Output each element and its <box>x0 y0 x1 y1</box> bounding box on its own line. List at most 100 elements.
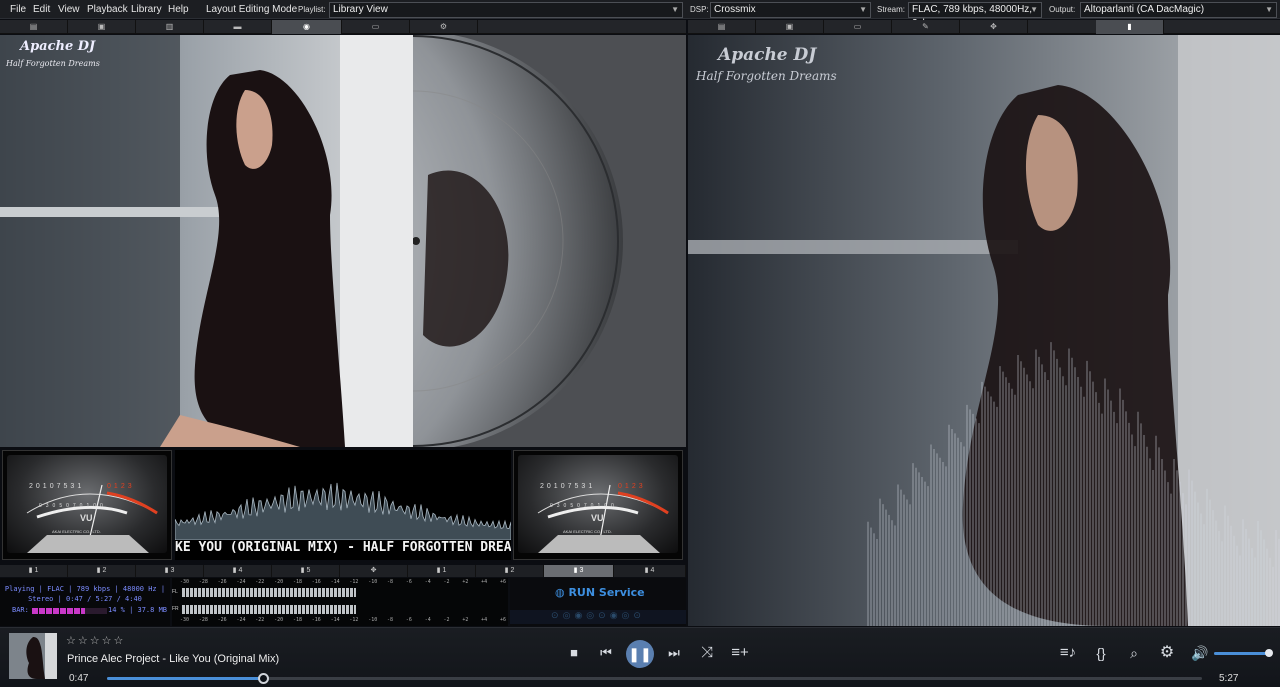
settings-button[interactable]: ⚙ <box>1156 642 1178 664</box>
meter-scale-tick: -30 <box>180 579 190 585</box>
rating-stars[interactable]: ☆☆☆☆☆ <box>66 634 125 647</box>
tab-r5[interactable]: ✥ <box>960 20 1028 34</box>
meter-scale-tick: -18 <box>292 617 302 623</box>
tab-settings[interactable]: ⚙ <box>410 20 478 34</box>
small-tab-4[interactable]: ▮ 4 <box>204 565 272 577</box>
total-time: 5:27 <box>1219 673 1239 684</box>
dsp-label: DSP: <box>690 5 709 14</box>
mute-button[interactable]: 🔊 <box>1189 642 1211 664</box>
vu-scale-red: 0123 <box>618 483 646 490</box>
info-bar-value: 14 % | 37.8 MB <box>108 606 168 614</box>
dsp-dropdown[interactable]: Crossmix ▼ <box>710 2 871 18</box>
search-button[interactable]: ⌕ <box>1123 642 1145 664</box>
menu-help[interactable]: Help <box>168 4 189 15</box>
tab-library[interactable]: ▥ <box>136 20 204 34</box>
volume-fill <box>1214 652 1269 655</box>
output-dropdown[interactable]: Altoparlanti (CA DacMagic) ▼ <box>1080 2 1277 18</box>
small-tab-7[interactable]: ▮ 1 <box>408 565 476 577</box>
brush-icon: ✎ <box>922 22 929 31</box>
tab-r6[interactable]: ▮ <box>1096 20 1164 34</box>
dsp-value: Crossmix <box>714 4 756 15</box>
tools-icon: ✥ <box>370 567 377 574</box>
album-thumbnail[interactable] <box>9 633 57 679</box>
meter-scale-tick: +4 <box>481 579 488 585</box>
add-to-playlist-button[interactable]: ≡+ <box>729 642 751 664</box>
gear-icon: ⚙ <box>1159 644 1175 661</box>
small-tab-6[interactable]: ✥ <box>340 565 408 577</box>
chevron-down-icon: ▼ <box>671 5 679 14</box>
info-line-1: Playing | FLAC | 789 kbps | 48000 Hz | <box>4 585 166 593</box>
meter-scale-tick: -28 <box>198 579 208 585</box>
tab-disc[interactable]: ◉ <box>272 20 342 34</box>
small-tab-10[interactable]: ▮ 4 <box>614 565 686 577</box>
meter-scale-tick: -10 <box>368 579 378 585</box>
playlist-dropdown[interactable]: Library View ▼ <box>329 2 683 18</box>
menu-file[interactable]: File <box>10 4 26 15</box>
small-tab-9[interactable]: ▮ 3 <box>544 565 614 577</box>
meter-scale-tick: -26 <box>217 617 227 623</box>
queue-button[interactable]: ≡♪ <box>1057 642 1079 664</box>
meter-scale-tick: -26 <box>217 579 227 585</box>
menu-library[interactable]: Library <box>131 4 162 15</box>
info-bar-fill <box>32 608 85 614</box>
meter-scale-tick: +2 <box>462 579 469 585</box>
meter-right-label: FR <box>172 606 179 612</box>
grid-icon: ✥ <box>990 22 997 31</box>
small-tab-8[interactable]: ▮ 2 <box>476 565 544 577</box>
volume-slider[interactable] <box>1214 649 1273 657</box>
spectrum-area <box>175 482 511 540</box>
chevron-down-icon: ▼ <box>1030 5 1038 14</box>
info-bar-track <box>32 608 107 614</box>
cover-album: Half Forgotten Dreams <box>6 59 100 68</box>
tab-r1[interactable]: ▤ <box>688 20 756 34</box>
run-service-button[interactable]: ◍ RUN Service <box>555 586 645 599</box>
meter-scale-tick: +2 <box>462 617 469 623</box>
small-tab-5[interactable]: ▮ 5 <box>272 565 340 577</box>
tab-r3[interactable]: ▭ <box>824 20 892 34</box>
meter-scale-tick: -16 <box>311 617 321 623</box>
seek-knob[interactable] <box>258 673 270 684</box>
small-tab-2[interactable]: ▮ 2 <box>68 565 136 577</box>
vu-label: VU <box>591 513 604 523</box>
meter-scale-top: -30 -28 -26 -24 -22 -20 -18 -16 -14 -12 -10 -8 -6 -4 -… <box>172 579 508 586</box>
vu-scale-low: 0305070100 <box>39 503 107 509</box>
stop-button[interactable]: ■ <box>563 642 585 664</box>
now-playing-title: Prince Alec Project - Like You (Original… <box>67 653 280 665</box>
vu-brand: AKAI ELECTRIC CO., LTD. <box>563 529 612 534</box>
menu-edit[interactable]: Edit <box>33 4 50 15</box>
vinyl-disc <box>413 35 686 447</box>
tab-r2[interactable]: ▣ <box>756 20 824 34</box>
meter-scale-bottom: -30 -28 -26 -24 -22 -20 -18 -16 -14 -12 -10 -8 -6 -4 -… <box>172 617 508 624</box>
meter-scale-tick: -8 <box>387 579 394 585</box>
code-button[interactable]: {} <box>1090 642 1112 664</box>
next-button[interactable]: ⏭ <box>663 642 685 664</box>
tab-playlist[interactable]: ▤ <box>0 20 68 34</box>
waveform-visualization <box>867 342 1280 626</box>
small-tab-1[interactable]: ▮ 1 <box>0 565 68 577</box>
vu-label: VU <box>80 513 93 523</box>
seek-bar[interactable] <box>107 673 1202 684</box>
volume-knob[interactable] <box>1265 649 1273 657</box>
seek-bar-fill <box>107 677 265 680</box>
tab-panel-6[interactable]: ▭ <box>342 20 410 34</box>
list-icon: ▤ <box>717 22 726 31</box>
small-tab-3[interactable]: ▮ 3 <box>136 565 204 577</box>
gear-icon: ⚙ <box>439 22 448 31</box>
meter-scale-tick: -4 <box>424 617 431 623</box>
service-panel: ◍ RUN Service ⊙◎◉◎⊙◉◎⊙ <box>510 578 686 626</box>
menu-view[interactable]: View <box>58 4 80 15</box>
stream-dropdown[interactable]: FLAC, 789 kbps, 48000Hz, 2ch▼ <box>908 2 1042 29</box>
vu-meter-face: 20107531 0123 0305070100 VU AKAI ELECTRI… <box>7 455 167 553</box>
tab-folders[interactable]: ▬ <box>204 20 272 34</box>
meter-left-bar <box>182 588 356 597</box>
vu-meter-face: 20107531 0123 0305070100 VU AKAI ELECTRI… <box>518 455 678 553</box>
pause-button[interactable]: ❚❚ <box>626 640 654 668</box>
meter-scale-tick: -24 <box>236 617 246 623</box>
menu-playback[interactable]: Playback <box>87 4 128 15</box>
meter-scale-tick: -6 <box>405 579 412 585</box>
shuffle-button[interactable]: ⤨ <box>696 642 718 664</box>
menu-layout-editing-mode[interactable]: Layout Editing Mode <box>206 4 297 15</box>
tab-r4[interactable]: ✎ <box>892 20 960 34</box>
tab-artwork[interactable]: ▣ <box>68 20 136 34</box>
previous-button[interactable]: ⏮ <box>595 642 617 664</box>
